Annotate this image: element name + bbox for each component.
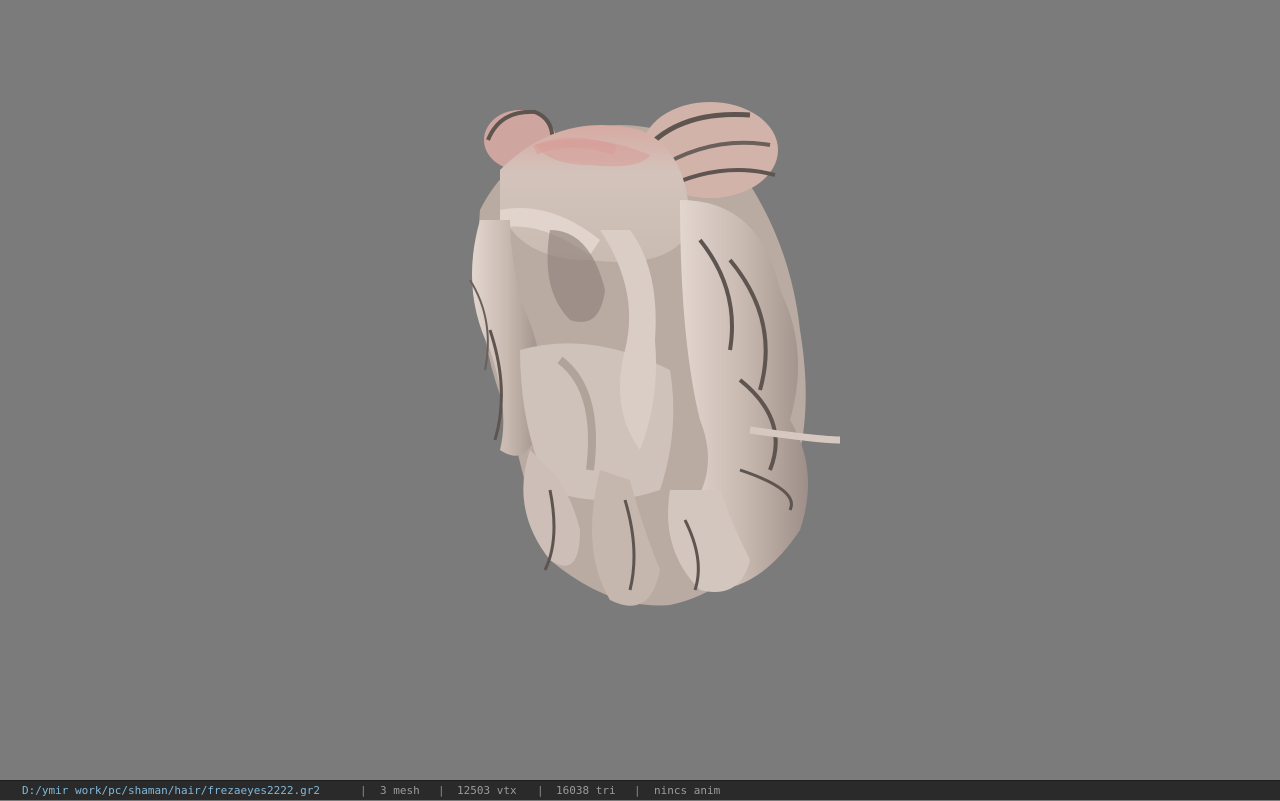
status-separator: | (360, 784, 367, 797)
status-separator: | (537, 784, 544, 797)
3d-viewport[interactable] (0, 0, 1280, 780)
vertex-count: 12503 vtx (457, 784, 517, 797)
file-path: D:/ymir work/pc/shaman/hair/frezaeyes222… (22, 784, 321, 797)
hair-model[interactable] (440, 90, 860, 630)
status-separator: | (634, 784, 641, 797)
mesh-count: 3 mesh (380, 784, 420, 797)
anim-status: nincs anim (654, 784, 721, 797)
triangle-count: 16038 tri (556, 784, 616, 797)
status-bar: D:/ymir work/pc/shaman/hair/frezaeyes222… (0, 780, 1280, 800)
status-separator: | (438, 784, 445, 797)
